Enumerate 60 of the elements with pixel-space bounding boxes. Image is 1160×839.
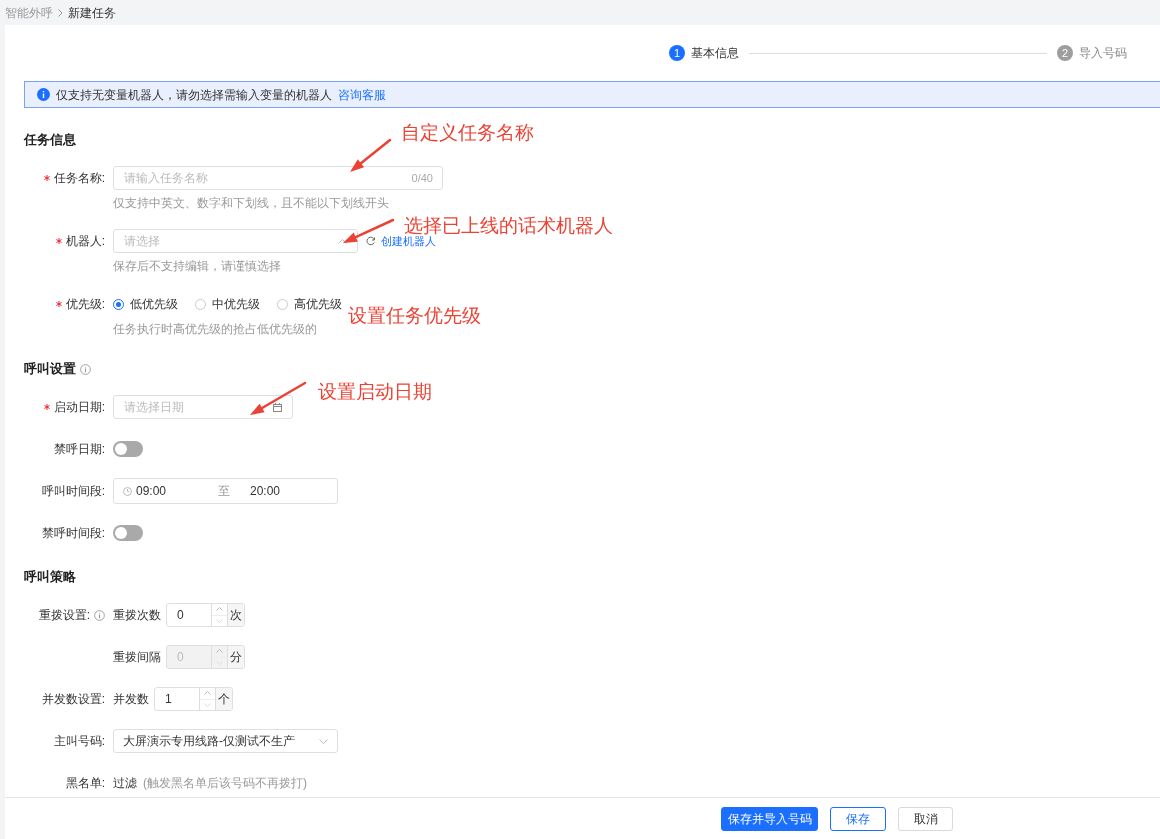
unit-addon: 个 xyxy=(215,688,232,710)
field-label: 重拨设置: xyxy=(38,607,90,623)
time-range-field[interactable]: 09:00 至 20:00 xyxy=(113,478,338,504)
input-prefix: 重拨间隔 xyxy=(113,649,161,665)
annotation-text: 选择已上线的话术机器人 xyxy=(404,215,613,236)
field-note: (触发黑名单后该号码不再拨打) xyxy=(143,775,307,791)
field-label: 任务名称: xyxy=(53,170,105,186)
step-label: 导入号码 xyxy=(1079,45,1127,61)
field-label: 禁呼日期: xyxy=(53,441,105,457)
field-label: 黑名单: xyxy=(65,775,105,791)
annotation-text: 自定义任务名称 xyxy=(401,122,534,144)
calendar-icon xyxy=(273,402,282,412)
annotation-text: 设置任务优先级 xyxy=(348,305,481,327)
field-label: 机器人: xyxy=(65,233,105,249)
section-title: 呼叫策略 xyxy=(24,568,76,586)
step-number: 2 xyxy=(1057,45,1073,61)
field-label: 主叫号码: xyxy=(53,733,105,749)
footer-button[interactable]: 保存 xyxy=(830,806,886,831)
radio-option[interactable]: 低优先级 xyxy=(113,296,178,312)
spinner-buttons[interactable] xyxy=(211,604,227,626)
annotation-arrow xyxy=(250,381,307,415)
annotation-text: 设置启动日期 xyxy=(318,381,432,403)
char-counter: 0/40 xyxy=(411,171,433,185)
annotation-arrow xyxy=(350,138,392,172)
number-input[interactable]: 0 次 xyxy=(166,603,245,627)
caret-icon xyxy=(319,738,328,744)
unit-addon: 次 xyxy=(227,604,244,626)
field-hint: 保存后不支持编辑，请谨慎选择 xyxy=(113,259,281,273)
field-hint: 任务执行时高优先级的抢占低优先级的 xyxy=(113,322,317,336)
field-value: 过滤 xyxy=(113,775,137,791)
step-label: 基本信息 xyxy=(691,45,739,61)
footer-button[interactable]: 取消 xyxy=(898,806,953,831)
field-label: 禁呼时间段: xyxy=(41,525,105,541)
chevron-icon xyxy=(58,8,63,17)
support-link[interactable]: 咨询客服 xyxy=(338,86,386,103)
toggle-switch[interactable] xyxy=(113,441,143,457)
toggle-switch[interactable] xyxy=(113,525,143,541)
number-input[interactable]: 1 个 xyxy=(154,687,233,711)
field-label: 优先级: xyxy=(65,296,105,312)
field-label: 并发数设置: xyxy=(41,691,105,707)
create-robot-link[interactable]: 创建机器人 xyxy=(381,233,436,249)
field-label: 呼叫时间段: xyxy=(41,483,105,499)
info-icon xyxy=(37,88,50,101)
section-title: 任务信息 xyxy=(24,131,76,149)
field-hint: 仅支持中英文、数字和下划线，且不能以下划线开头 xyxy=(113,196,389,210)
unit-addon: 分 xyxy=(227,646,244,668)
refresh-icon[interactable] xyxy=(366,236,376,246)
select-field[interactable]: 大屏演示专用线路-仅测试不生产 xyxy=(113,729,338,753)
input-prefix: 并发数 xyxy=(113,691,149,707)
step-number: 1 xyxy=(669,45,685,61)
footer-button[interactable]: 保存并导入号码 xyxy=(721,806,818,831)
clock-icon xyxy=(123,486,132,496)
field-label: 启动日期: xyxy=(53,399,105,415)
section-title: 呼叫设置 xyxy=(24,360,76,378)
notice-text: 仅支持无变量机器人，请勿选择需输入变量的机器人 xyxy=(56,86,332,103)
radio-option[interactable]: 高优先级 xyxy=(277,296,342,312)
input-prefix: 重拨次数 xyxy=(113,607,161,623)
spinner-buttons[interactable] xyxy=(199,688,215,710)
breadcrumb-item: 新建任务 xyxy=(68,4,116,21)
radio-option[interactable]: 中优先级 xyxy=(195,296,260,312)
